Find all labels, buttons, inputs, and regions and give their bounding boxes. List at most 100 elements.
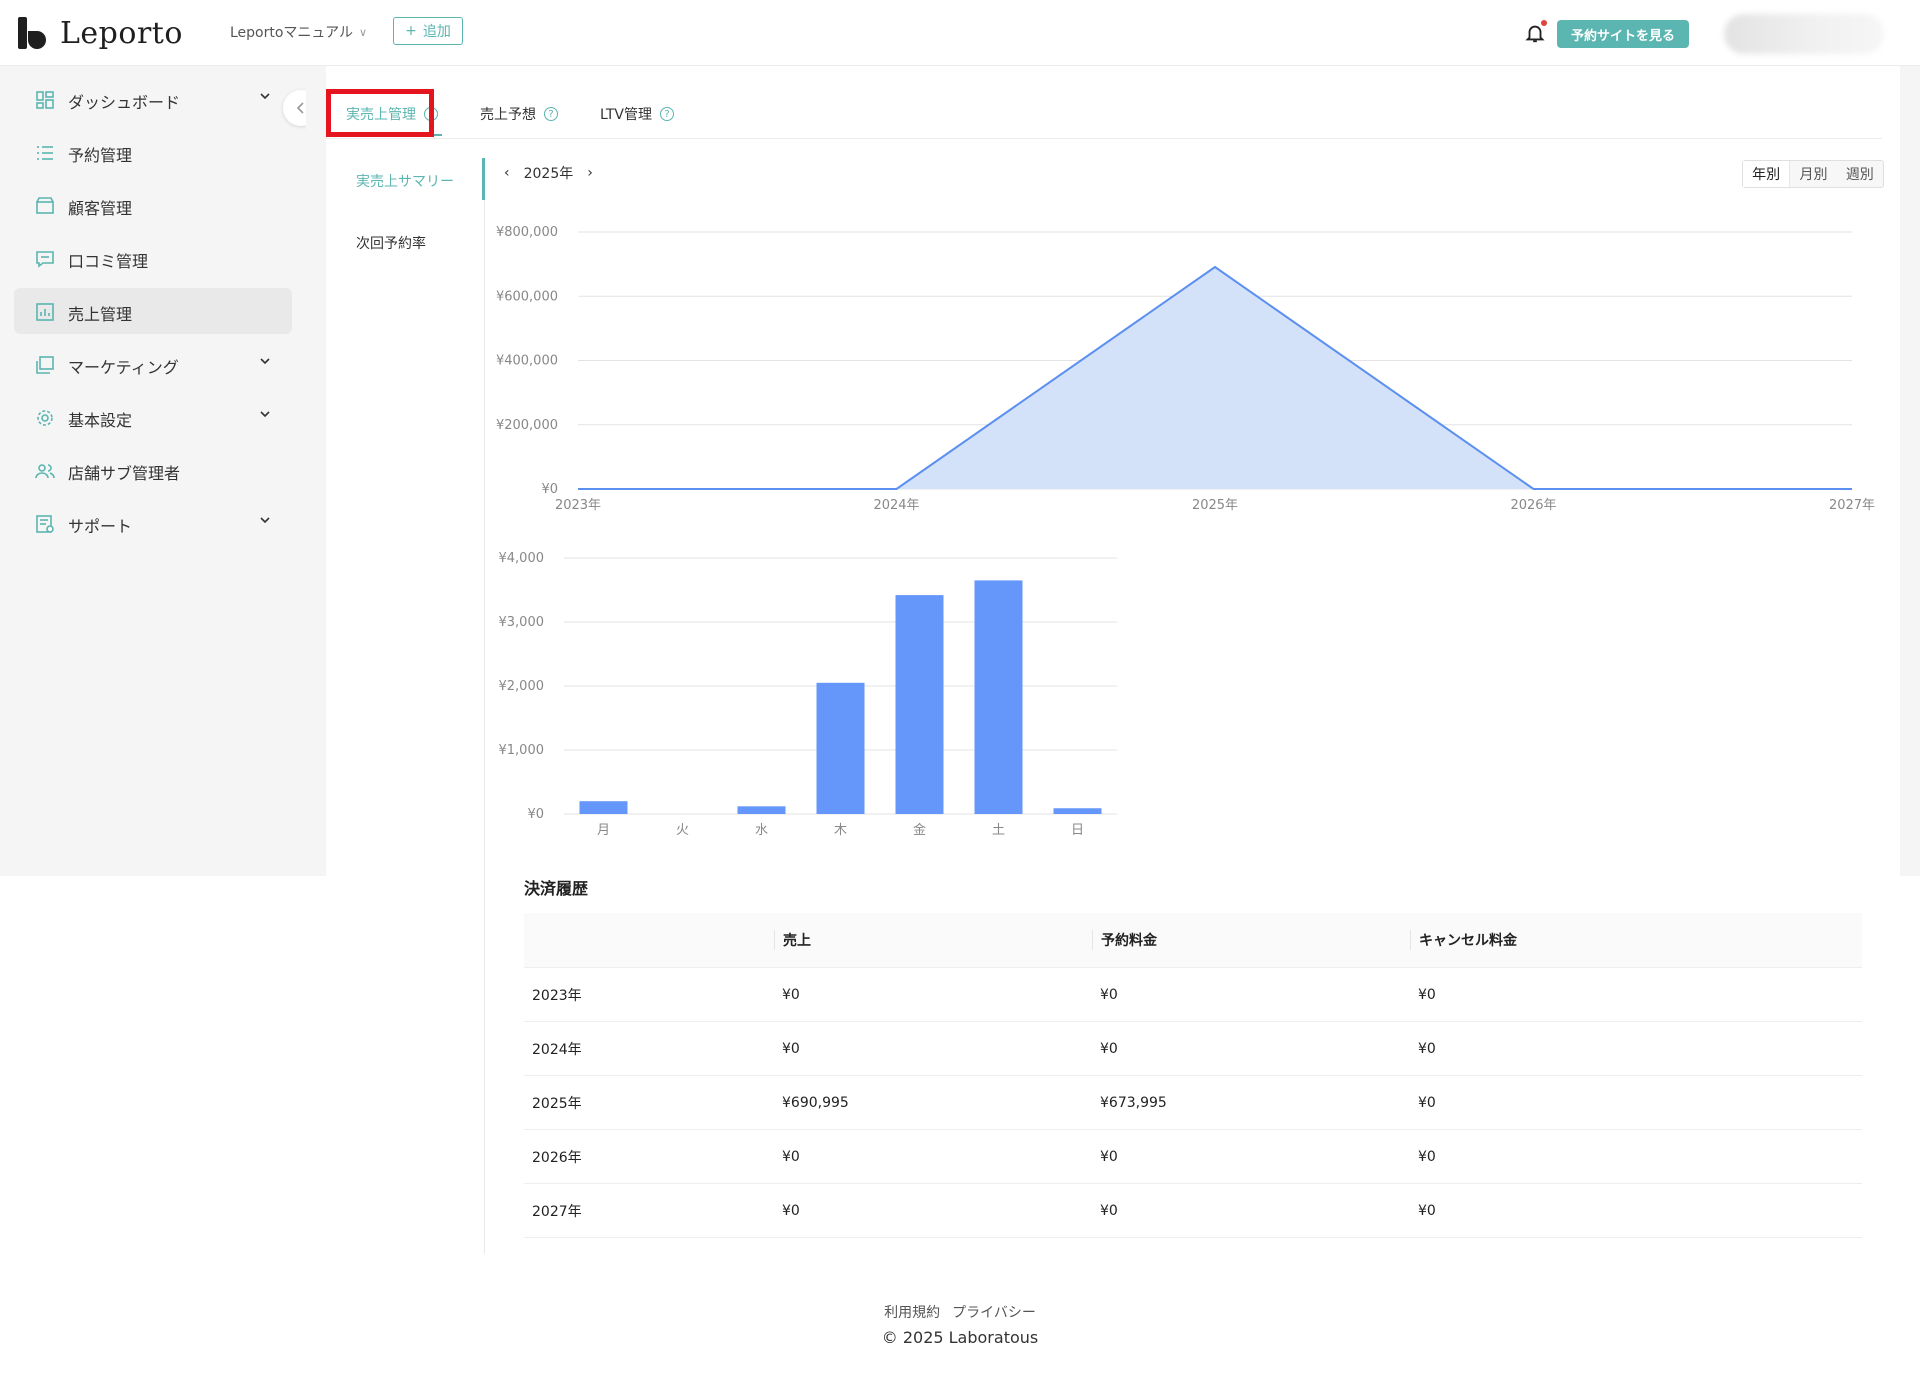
chevron-down-icon: ∨ [359,25,368,39]
logo-text: Leporto [60,15,183,51]
sidebar-item-settings[interactable]: 基本設定 [14,394,292,440]
sidebar-item-label: ダッシュボード [68,93,181,112]
x-tick-label: 日 [1071,823,1084,838]
payment-history-title: 決済履歴 [524,879,589,898]
table-row: 2023年 ¥0 ¥0 ¥0 [524,968,1862,1022]
table-cell: ¥690,995 [782,1094,849,1111]
weekday-sales-bar-chart: ¥4,000 ¥3,000 ¥2,000 ¥1,000 ¥0 月 火 水 木 金 土 日 [499,551,1117,838]
comment-icon [36,251,54,268]
tab-label: 売上予想 [480,107,536,123]
x-tick-label: 水 [755,823,768,838]
table-cell: 2027年 [532,1203,582,1220]
table-row: 2024年 ¥0 ¥0 ¥0 [524,1022,1862,1076]
period-yearly[interactable]: 年別 [1743,161,1791,187]
sidebar-item-support[interactable]: サポート [14,500,292,546]
table-cell: 2023年 [532,987,582,1004]
dashboard-icon [36,91,54,109]
y-tick-label: ¥0 [541,482,558,497]
table-cell: 2024年 [532,1041,582,1058]
sidebar-item-label: 店舗サブ管理者 [68,464,181,483]
store-name: Leportoマニュアル [230,25,354,41]
help-icon[interactable]: ? [544,107,558,121]
tab-label: LTV管理 [600,107,653,123]
table-cell: ¥0 [1100,1202,1118,1219]
chevron-down-icon [260,358,270,365]
table-cell: ¥0 [1418,1040,1436,1057]
sidebar-item-label: 基本設定 [68,411,133,430]
sidebar-item-label: 口コミ管理 [68,252,149,271]
chevron-down-icon [260,411,270,418]
x-tick-label: 木 [834,823,847,838]
y-tick-label: ¥2,000 [499,679,545,694]
year-navigator: ‹ 2025年 › [504,163,593,183]
bar [974,580,1023,814]
view-booking-site-button[interactable]: 予約サイトを見る [1557,20,1689,48]
terms-link[interactable]: 利用規約 [884,1305,940,1321]
marketing-icon [36,356,54,374]
store-select[interactable]: Leportoマニュアル ∨ [230,22,367,42]
sidebar-item-sales[interactable]: 売上管理 [14,288,292,334]
bar [1053,808,1102,814]
tab-ltv[interactable]: LTV管理 ? [600,104,675,124]
period-weekly[interactable]: 週別 [1837,161,1883,187]
table-header-cell: キャンセル料金 [1410,930,1862,950]
period-toggle: 年別 月別 週別 [1742,160,1884,188]
plus-icon: + [405,23,417,39]
help-icon[interactable]: ? [660,107,675,121]
table-cell: ¥0 [1418,1094,1436,1111]
table-cell: ¥0 [1418,986,1436,1003]
support-icon [36,515,54,533]
sidebar-item-marketing[interactable]: マーケティング [14,341,292,387]
footer-links: 利用規約 プライバシー [0,1302,1920,1322]
y-tick-label: ¥1,000 [499,743,545,758]
app-header: Leporto Leportoマニュアル ∨ + 追加 予約サイトを見る [0,0,1920,66]
sidebar-item-label: サポート [68,517,133,536]
x-tick-label: 火 [676,823,689,838]
table-cell: ¥0 [782,1040,800,1057]
subnav-next-booking-rate[interactable]: 次回予約率 [356,233,426,253]
table-cell: ¥0 [1100,986,1118,1003]
sidebar-item-dashboard[interactable]: ダッシュボード [14,76,292,122]
chevron-right-icon[interactable]: › [587,165,593,181]
content-gutter-right [1900,66,1920,876]
users-icon [35,464,55,479]
y-tick-label: ¥600,000 [496,289,558,304]
table-header-cell: 予約料金 [1092,930,1410,950]
payment-history-table: 売上 予約料金 キャンセル料金 2023年 ¥0 ¥0 ¥0 2024年 ¥0 … [524,913,1862,1238]
table-cell: ¥0 [782,1148,800,1165]
notification-dot [1541,20,1547,26]
bar [895,595,944,814]
area-fill [578,267,1852,489]
chart-icon [36,303,54,321]
subnav-sales-summary[interactable]: 実売上サマリー [356,171,454,191]
table-cell: ¥0 [782,1202,800,1219]
x-tick-label: 金 [913,822,926,838]
x-tick-label: 2023年 [555,498,601,513]
sidebar-item-sub-admins[interactable]: 店舗サブ管理者 [14,447,292,493]
x-tick-label: 月 [597,823,610,838]
add-button[interactable]: + 追加 [393,17,463,45]
sidebar-item-customers[interactable]: 顧客管理 [14,182,292,228]
sidebar-item-label: 予約管理 [68,146,133,165]
chevron-left-icon[interactable]: ‹ [504,165,510,181]
x-tick-label: 土 [992,823,1005,838]
bar [737,806,786,814]
logo[interactable]: Leporto [18,13,183,53]
table-header-cell: 売上 [774,930,1092,950]
y-tick-label: ¥3,000 [499,615,545,630]
sidebar-item-reviews[interactable]: 口コミ管理 [14,235,292,281]
privacy-link[interactable]: プライバシー [952,1305,1036,1321]
table-cell: ¥0 [782,986,800,1003]
tab-sales-forecast[interactable]: 売上予想 ? [480,104,558,124]
customer-icon [36,197,54,214]
chevron-down-icon [260,517,270,524]
period-monthly[interactable]: 月別 [1790,161,1836,187]
user-menu-blurred[interactable] [1724,14,1884,54]
sidebar-item-reservations[interactable]: 予約管理 [14,129,292,175]
x-tick-label: 2027年 [1829,498,1875,513]
table-cell: ¥673,995 [1100,1094,1167,1111]
sidebar-item-label: 顧客管理 [68,199,133,218]
logo-mark-icon [18,17,48,49]
table-cell: ¥0 [1100,1040,1118,1057]
bar [579,801,628,814]
